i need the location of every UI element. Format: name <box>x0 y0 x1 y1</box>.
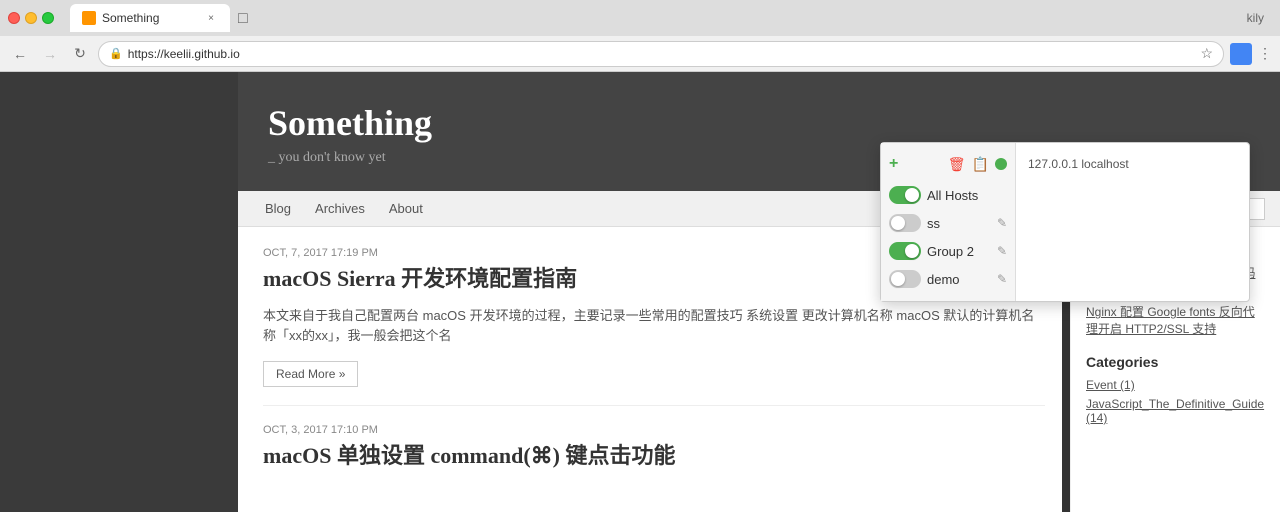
address-bar[interactable]: 🔒 https://keelii.github.io ☆ <box>98 41 1224 67</box>
host-item-ss[interactable]: ss ✎ <box>881 209 1015 237</box>
url-text: https://keelii.github.io <box>128 47 1196 61</box>
active-status-indicator <box>995 158 1007 170</box>
popup-detail-panel: 127.0.0.1 localhost <box>1016 143 1249 301</box>
browser-sidebar <box>0 72 238 512</box>
reload-button[interactable]: ↻ <box>68 42 92 66</box>
nav-about[interactable]: About <box>377 193 435 224</box>
blog-title: Something <box>268 102 1250 144</box>
new-tab-button[interactable]: □ <box>230 6 256 32</box>
bookmark-button[interactable]: ☆ <box>1200 45 1213 62</box>
back-button[interactable]: ← <box>8 42 32 66</box>
toggle-knob <box>905 188 919 202</box>
host-toggle-all-hosts[interactable] <box>889 186 921 204</box>
host-toggle-group2[interactable] <box>889 242 921 260</box>
host-label-demo: demo <box>927 272 991 287</box>
read-more-button[interactable]: Read More » <box>263 361 358 387</box>
popup-hosts-panel: + 🗑 📋 All Hosts ss <box>881 143 1016 301</box>
more-options-button[interactable]: ⋮ <box>1258 45 1272 62</box>
extension-popup: + 🗑 📋 All Hosts ss <box>880 142 1250 302</box>
popup-export-button[interactable]: 📋 <box>972 156 989 173</box>
popup-delete-button[interactable]: 🗑 <box>948 156 966 173</box>
maximize-button[interactable] <box>42 12 54 24</box>
traffic-lights <box>8 12 54 24</box>
minimize-button[interactable] <box>25 12 37 24</box>
host-edit-demo[interactable]: ✎ <box>997 272 1007 286</box>
tab-bar: Something × □ <box>70 4 1239 32</box>
browser-window: Something × □ kily ← → ↻ 🔒 https://keeli… <box>0 0 1280 512</box>
secure-icon: 🔒 <box>109 47 123 60</box>
category-1[interactable]: Event (1) <box>1086 378 1265 392</box>
toolbar: ← → ↻ 🔒 https://keelii.github.io ☆ ⋮ <box>0 36 1280 72</box>
categories-title: Categories <box>1086 354 1265 370</box>
extension-button[interactable] <box>1230 43 1252 65</box>
page-content: Something _ you don't know yet Blog Arch… <box>0 72 1280 512</box>
nav-archives[interactable]: Archives <box>303 193 377 224</box>
tab-close-button[interactable]: × <box>204 11 218 25</box>
host-toggle-demo[interactable] <box>889 270 921 288</box>
sidebar-link-3[interactable]: Nginx 配置 Google fonts 反向代理开启 HTTP2/SSL 支… <box>1086 304 1265 338</box>
host-label-all-hosts: All Hosts <box>927 188 1007 203</box>
host-toggle-ss[interactable] <box>889 214 921 232</box>
post-divider <box>263 405 1045 406</box>
host-item-group2[interactable]: Group 2 ✎ <box>881 237 1015 265</box>
host-label-ss: ss <box>927 216 991 231</box>
host-item-demo[interactable]: demo ✎ <box>881 265 1015 293</box>
post-2: OCT, 3, 2017 17:10 PM macOS 单独设置 command… <box>263 424 1045 471</box>
close-button[interactable] <box>8 12 20 24</box>
forward-button[interactable]: → <box>38 42 62 66</box>
post-2-date: OCT, 3, 2017 17:10 PM <box>263 424 1045 436</box>
toggle-knob <box>891 216 905 230</box>
popup-ip-text: 127.0.0.1 localhost <box>1028 157 1237 171</box>
host-item-all-hosts[interactable]: All Hosts <box>881 181 1015 209</box>
host-label-group2: Group 2 <box>927 244 991 259</box>
toggle-knob <box>905 244 919 258</box>
post-2-title: macOS 单独设置 command(⌘) 键点击功能 <box>263 442 1045 471</box>
host-edit-group2[interactable]: ✎ <box>997 244 1007 258</box>
sidebar-link-item: Nginx 配置 Google fonts 反向代理开启 HTTP2/SSL 支… <box>1086 304 1265 338</box>
category-2[interactable]: JavaScript_The_Definitive_Guide (14) <box>1086 397 1265 425</box>
nav-blog[interactable]: Blog <box>253 193 303 224</box>
popup-add-button[interactable]: + <box>889 155 942 173</box>
host-edit-ss[interactable]: ✎ <box>997 216 1007 230</box>
active-tab[interactable]: Something × <box>70 4 230 32</box>
title-bar: Something × □ kily <box>0 0 1280 36</box>
tab-label: Something <box>102 11 198 25</box>
popup-toolbar: + 🗑 📋 <box>881 151 1015 177</box>
user-name: kily <box>1247 11 1272 25</box>
post-1-excerpt: 本文来自于我自己配置两台 macOS 开发环境的过程，主要记录一些常用的配置技巧… <box>263 306 1045 348</box>
tab-favicon <box>82 11 96 25</box>
toggle-knob <box>891 272 905 286</box>
